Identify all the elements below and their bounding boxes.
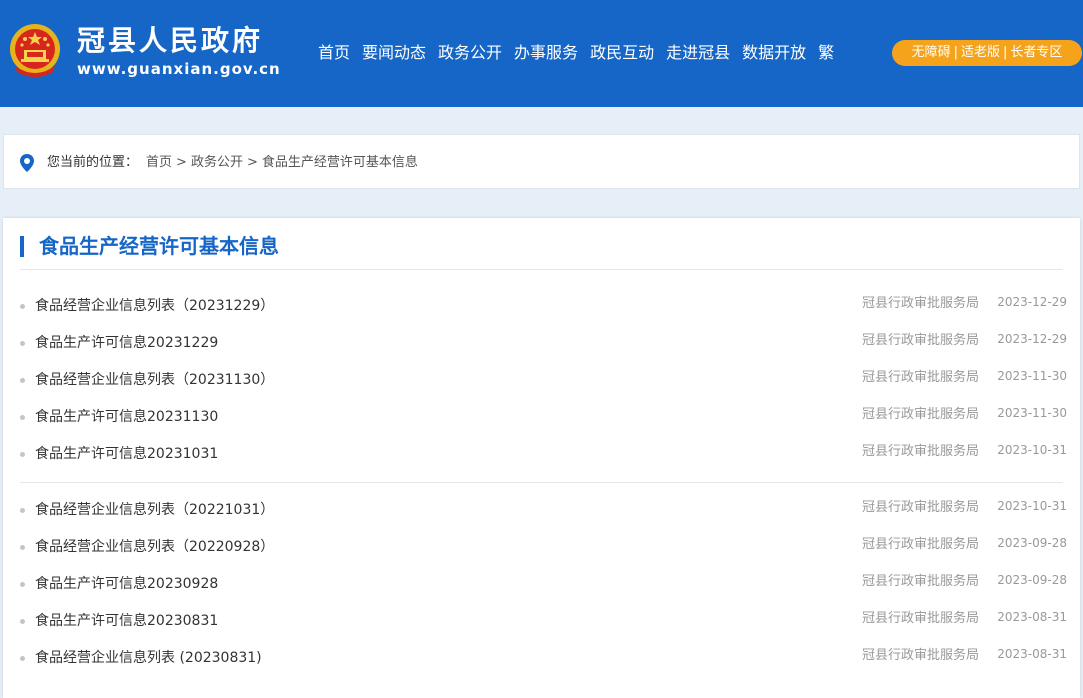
nav-about-county[interactable]: 走进冠县 — [666, 40, 730, 66]
list-item[interactable]: 食品经营企业信息列表（20220928） 冠县行政审批服务局 2023-09-2… — [3, 529, 1080, 566]
article-title-link[interactable]: 食品生产许可信息20231031 — [35, 444, 218, 464]
accessibility-link[interactable]: 无障碍 — [912, 45, 951, 60]
list-item[interactable]: 食品生产许可信息20231031 冠县行政审批服务局 2023-10-31 — [3, 436, 1080, 473]
list-item[interactable]: 食品经营企业信息列表（20231229） 冠县行政审批服务局 2023-12-2… — [3, 288, 1080, 325]
article-date: 2023-09-28 — [997, 536, 1067, 550]
breadcrumb-prefix: 您当前的位置： — [47, 155, 139, 170]
nav-home[interactable]: 首页 — [318, 40, 350, 66]
article-department: 冠县行政审批服务局 — [862, 648, 980, 663]
article-title-link[interactable]: 食品生产许可信息20230831 — [35, 611, 218, 631]
article-department: 冠县行政审批服务局 — [862, 574, 980, 589]
article-date: 2023-11-30 — [997, 406, 1067, 420]
article-department: 冠县行政审批服务局 — [862, 370, 980, 385]
separator: | — [1003, 45, 1008, 60]
article-date: 2023-12-29 — [997, 295, 1067, 309]
bullet-icon — [20, 341, 25, 346]
elderly-version-link[interactable]: 适老版 — [961, 45, 1000, 60]
bullet-icon — [20, 582, 25, 587]
article-date: 2023-10-31 — [997, 443, 1067, 457]
nav-open-data[interactable]: 数据开放 — [742, 40, 806, 66]
bullet-icon — [20, 656, 25, 661]
nav-services[interactable]: 办事服务 — [514, 40, 578, 66]
article-title-link[interactable]: 食品生产许可信息20231130 — [35, 407, 218, 427]
nav-interaction[interactable]: 政民互动 — [590, 40, 654, 66]
article-title-link[interactable]: 食品经营企业信息列表 (20230831) — [35, 648, 262, 668]
breadcrumb-trail: 您当前的位置： 首页 > 政务公开 > 食品生产经营许可基本信息 — [47, 135, 418, 190]
article-date: 2023-08-31 — [997, 647, 1067, 661]
article-department: 冠县行政审批服务局 — [862, 537, 980, 552]
breadcrumb: 您当前的位置： 首页 > 政务公开 > 食品生产经营许可基本信息 — [3, 134, 1080, 189]
accessibility-bar: 无障碍 | 适老版 | 长者专区 — [892, 40, 1082, 66]
breadcrumb-home[interactable]: 首页 — [146, 155, 172, 170]
site-domain: www.guanxian.gov.cn — [77, 60, 281, 78]
article-list: 食品经营企业信息列表（20231229） 冠县行政审批服务局 2023-12-2… — [3, 288, 1080, 677]
article-title-link[interactable]: 食品生产许可信息20231229 — [35, 333, 218, 353]
location-pin-icon — [20, 154, 34, 172]
senior-zone-link[interactable]: 长者专区 — [1010, 45, 1062, 60]
list-item[interactable]: 食品生产许可信息20230928 冠县行政审批服务局 2023-09-28 — [3, 566, 1080, 603]
list-item[interactable]: 食品经营企业信息列表（20221031） 冠县行政审批服务局 2023-10-3… — [3, 492, 1080, 529]
bullet-icon — [20, 415, 25, 420]
list-item[interactable]: 食品生产许可信息20231229 冠县行政审批服务局 2023-12-29 — [3, 325, 1080, 362]
divider — [20, 269, 1063, 270]
breadcrumb-separator: > — [176, 155, 187, 170]
article-department: 冠县行政审批服务局 — [862, 296, 980, 311]
main-nav: 首页 要闻动态 政务公开 办事服务 政民互动 走进冠县 数据开放繁 — [312, 40, 840, 66]
content-panel: 食品生产经营许可基本信息 食品经营企业信息列表（20231229） 冠县行政审批… — [3, 218, 1080, 698]
article-title-link[interactable]: 食品生产许可信息20230928 — [35, 574, 218, 594]
list-item[interactable]: 食品经营企业信息列表 (20230831) 冠县行政审批服务局 2023-08-… — [3, 640, 1080, 677]
group-divider — [20, 482, 1063, 483]
list-item[interactable]: 食品生产许可信息20230831 冠县行政审批服务局 2023-08-31 — [3, 603, 1080, 640]
title-accent-bar — [20, 236, 24, 257]
bullet-icon — [20, 619, 25, 624]
article-department: 冠县行政审批服务局 — [862, 333, 980, 348]
article-title-link[interactable]: 食品经营企业信息列表（20231229） — [35, 296, 274, 316]
article-date: 2023-08-31 — [997, 610, 1067, 624]
bullet-icon — [20, 452, 25, 457]
nav-news[interactable]: 要闻动态 — [362, 40, 426, 66]
bullet-icon — [20, 508, 25, 513]
national-emblem-icon[interactable] — [7, 22, 63, 80]
article-title-link[interactable]: 食品经营企业信息列表（20231130） — [35, 370, 274, 390]
article-date: 2023-12-29 — [997, 332, 1067, 346]
list-item[interactable]: 食品生产许可信息20231130 冠县行政审批服务局 2023-11-30 — [3, 399, 1080, 436]
nav-traditional-chinese[interactable]: 繁 — [818, 40, 834, 66]
site-header: 冠县人民政府 www.guanxian.gov.cn 首页 要闻动态 政务公开 办事服… — [0, 0, 1083, 107]
article-title-link[interactable]: 食品经营企业信息列表（20221031） — [35, 500, 274, 520]
article-date: 2023-11-30 — [997, 369, 1067, 383]
article-department: 冠县行政审批服务局 — [862, 407, 980, 422]
list-item[interactable]: 食品经营企业信息列表（20231130） 冠县行政审批服务局 2023-11-3… — [3, 362, 1080, 399]
nav-government-affairs[interactable]: 政务公开 — [438, 40, 502, 66]
bullet-icon — [20, 304, 25, 309]
bullet-icon — [20, 545, 25, 550]
page-title: 食品生产经营许可基本信息 — [39, 234, 279, 258]
article-date: 2023-10-31 — [997, 499, 1067, 513]
breadcrumb-separator: > — [246, 155, 258, 170]
article-title-link[interactable]: 食品经营企业信息列表（20220928） — [35, 537, 274, 557]
site-title[interactable]: 冠县人民政府 — [77, 24, 263, 58]
article-department: 冠县行政审批服务局 — [862, 444, 980, 459]
article-date: 2023-09-28 — [997, 573, 1067, 587]
bullet-icon — [20, 378, 25, 383]
breadcrumb-current[interactable]: 食品生产经营许可基本信息 — [262, 155, 418, 170]
separator: | — [953, 45, 958, 60]
article-department: 冠县行政审批服务局 — [862, 611, 980, 626]
breadcrumb-government-affairs[interactable]: 政务公开 — [191, 155, 243, 170]
article-department: 冠县行政审批服务局 — [862, 500, 980, 515]
